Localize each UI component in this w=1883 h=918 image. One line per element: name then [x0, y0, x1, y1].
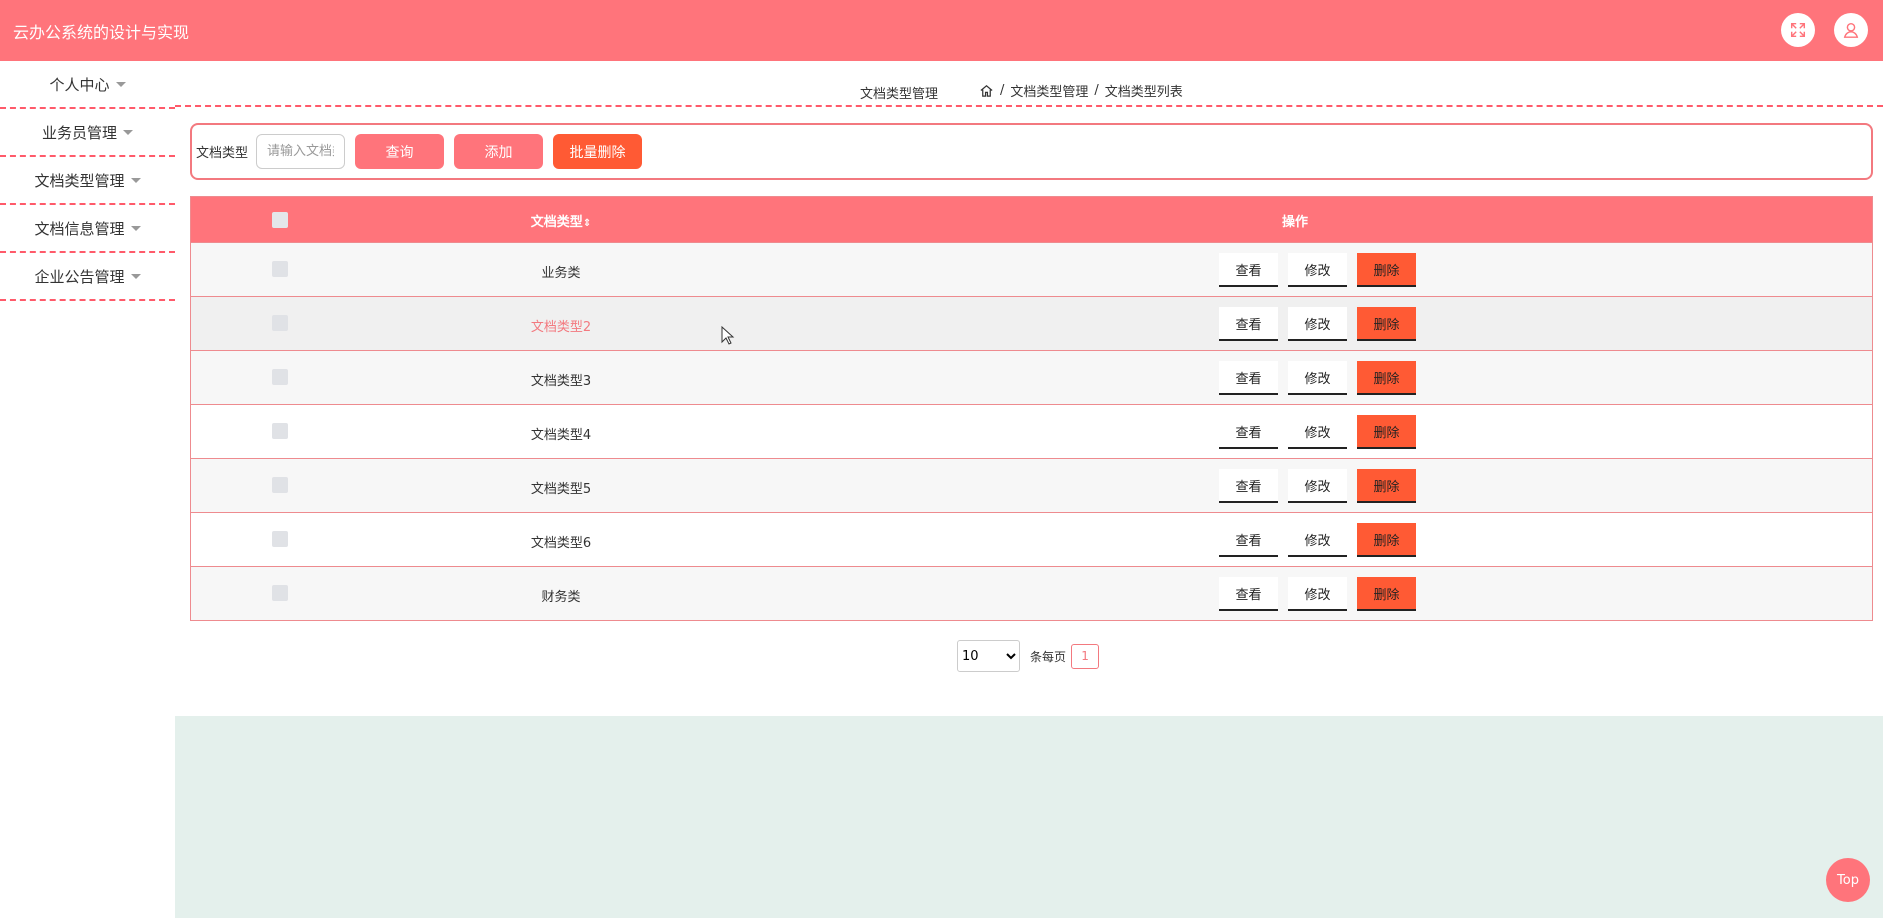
view-button[interactable]: 查看 — [1219, 577, 1278, 611]
delete-button[interactable]: 删除 — [1357, 469, 1416, 503]
caret-down-icon — [130, 273, 141, 279]
delete-button[interactable]: 删除 — [1357, 253, 1416, 287]
table-row: 文档类型3 查看 修改 删除 — [191, 350, 1872, 404]
table-header: 文档类型⇕ 操作 — [191, 197, 1872, 242]
table-row: 文档类型6 查看 修改 删除 — [191, 512, 1872, 566]
cell-type: 文档类型3 — [530, 374, 592, 389]
breadcrumb-item[interactable]: 文档类型管理 — [1010, 81, 1088, 100]
column-header-type[interactable]: 文档类型⇕ — [371, 211, 751, 230]
delete-button[interactable]: 删除 — [1357, 577, 1416, 611]
breadcrumb: / 文档类型管理 / 文档类型列表 — [979, 81, 1183, 100]
sidebar-item-label: 企业公告管理 — [34, 267, 125, 286]
user-avatar-icon[interactable] — [1834, 13, 1868, 47]
main-content: 文档类型管理 / 文档类型管理 / 文档类型列表 文档类型 查询 添加 批量删除… — [175, 61, 1883, 918]
page-size-select[interactable]: 10 — [957, 640, 1020, 672]
cell-type: 文档类型6 — [530, 536, 592, 551]
doc-type-table: 文档类型⇕ 操作 业务类 查看 修改 删除 文档类型2 查看 修改 删除 文档类… — [190, 196, 1873, 621]
caret-down-icon — [115, 81, 126, 87]
row-checkbox[interactable] — [272, 477, 288, 493]
per-page-label: 条每页 — [1030, 649, 1067, 664]
sidebar-item-salesman[interactable]: 业务员管理 — [0, 109, 175, 157]
edit-button[interactable]: 修改 — [1288, 253, 1347, 287]
table-row: 财务类 查看 修改 删除 — [191, 566, 1872, 620]
view-button[interactable]: 查看 — [1219, 415, 1278, 449]
edit-button[interactable]: 修改 — [1288, 361, 1347, 395]
breadcrumb-separator: / — [1000, 83, 1005, 98]
edit-button[interactable]: 修改 — [1288, 523, 1347, 557]
fullscreen-icon[interactable] — [1781, 13, 1815, 47]
sidebar-item-label: 业务员管理 — [41, 123, 117, 142]
cell-type: 文档类型2 — [530, 320, 592, 335]
search-panel: 文档类型 查询 添加 批量删除 — [190, 123, 1873, 180]
row-checkbox[interactable] — [272, 585, 288, 601]
cell-type: 财务类 — [541, 590, 581, 605]
view-button[interactable]: 查看 — [1219, 361, 1278, 395]
query-button[interactable]: 查询 — [355, 134, 445, 169]
cell-type: 业务类 — [541, 266, 581, 281]
breadcrumb-separator: / — [1094, 83, 1099, 98]
view-button[interactable]: 查看 — [1219, 469, 1278, 503]
page-title: 文档类型管理 — [860, 87, 939, 102]
edit-button[interactable]: 修改 — [1288, 415, 1347, 449]
sidebar-item-personal-center[interactable]: 个人中心 — [0, 61, 175, 109]
edit-button[interactable]: 修改 — [1288, 577, 1347, 611]
row-checkbox[interactable] — [272, 423, 288, 439]
edit-button[interactable]: 修改 — [1288, 307, 1347, 341]
delete-button[interactable]: 删除 — [1357, 523, 1416, 557]
batch-delete-button[interactable]: 批量删除 — [553, 134, 643, 169]
row-checkbox[interactable] — [272, 369, 288, 385]
select-all-checkbox[interactable] — [272, 212, 288, 228]
pagination: 10 条每页 1 — [957, 640, 1100, 672]
app-title: 云办公系统的设计与实现 — [13, 23, 190, 42]
search-input[interactable] — [256, 134, 346, 169]
back-to-top-button[interactable]: Top — [1826, 858, 1870, 902]
table-row: 文档类型4 查看 修改 删除 — [191, 404, 1872, 458]
edit-button[interactable]: 修改 — [1288, 469, 1347, 503]
sidebar-item-doc-type[interactable]: 文档类型管理 — [0, 157, 175, 205]
delete-button[interactable]: 删除 — [1357, 307, 1416, 341]
top-bar: 云办公系统的设计与实现 — [0, 0, 1883, 61]
view-button[interactable]: 查看 — [1219, 253, 1278, 287]
table-row: 文档类型5 查看 修改 删除 — [191, 458, 1872, 512]
search-label: 文档类型 — [196, 146, 249, 161]
column-header-ops: 操作 — [1281, 215, 1308, 230]
row-checkbox[interactable] — [272, 315, 288, 331]
table-row: 业务类 查看 修改 删除 — [191, 242, 1872, 296]
table-row: 文档类型2 查看 修改 删除 — [191, 296, 1872, 350]
row-checkbox[interactable] — [272, 531, 288, 547]
breadcrumb-item: 文档类型列表 — [1104, 85, 1183, 100]
delete-button[interactable]: 删除 — [1357, 361, 1416, 395]
sidebar-item-label: 文档信息管理 — [34, 219, 125, 238]
caret-down-icon — [130, 225, 141, 231]
sidebar-item-label: 个人中心 — [49, 75, 110, 94]
caret-down-icon — [130, 177, 141, 183]
sidebar-item-doc-info[interactable]: 文档信息管理 — [0, 205, 175, 253]
mouse-cursor-icon — [721, 326, 735, 345]
view-button[interactable]: 查看 — [1219, 523, 1278, 557]
sidebar-item-label: 文档类型管理 — [34, 171, 125, 190]
caret-down-icon — [123, 129, 133, 135]
cell-type: 文档类型4 — [530, 428, 592, 443]
home-icon[interactable] — [979, 83, 994, 98]
page-number[interactable]: 1 — [1071, 643, 1100, 669]
delete-button[interactable]: 删除 — [1357, 415, 1416, 449]
row-checkbox[interactable] — [272, 261, 288, 277]
footer-area — [175, 716, 1883, 918]
column-header-label: 文档类型 — [530, 215, 583, 230]
breadcrumb-bar: 文档类型管理 / 文档类型管理 / 文档类型列表 — [175, 61, 1883, 107]
cell-type: 文档类型5 — [530, 482, 592, 497]
sidebar-item-announcement[interactable]: 企业公告管理 — [0, 253, 175, 301]
add-button[interactable]: 添加 — [454, 134, 544, 169]
sort-icon[interactable]: ⇕ — [583, 218, 591, 229]
sidebar: 个人中心 业务员管理 文档类型管理 文档信息管理 企业公告管理 — [0, 61, 175, 301]
view-button[interactable]: 查看 — [1219, 307, 1278, 341]
